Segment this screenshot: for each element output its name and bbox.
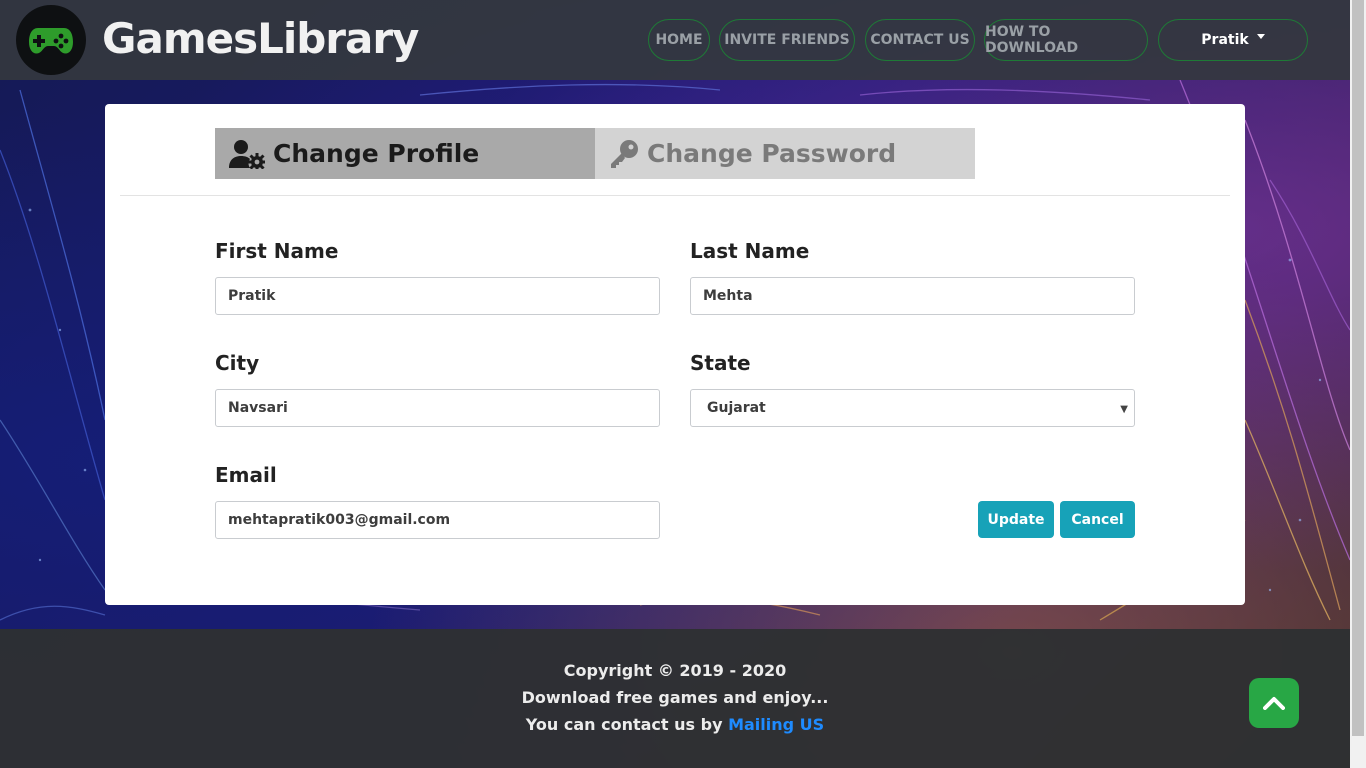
state-select[interactable]: Gujarat ▼ xyxy=(690,389,1135,427)
update-button[interactable]: Update xyxy=(978,501,1054,538)
state-label: State xyxy=(690,351,751,375)
city-label: City xyxy=(215,351,260,375)
nav-home[interactable]: HOME xyxy=(648,19,710,61)
first-name-label: First Name xyxy=(215,239,339,263)
last-name-input[interactable]: Mehta xyxy=(690,277,1135,315)
email-input[interactable]: mehtapratik003@gmail.com xyxy=(215,501,660,539)
state-select-value: Gujarat xyxy=(707,400,766,416)
footer-tagline: Download free games and enjoy... xyxy=(521,688,829,707)
cancel-button[interactable]: Cancel xyxy=(1060,501,1135,538)
tab-divider xyxy=(120,195,1230,196)
tab-change-password[interactable]: Change Password xyxy=(595,128,975,179)
last-name-label: Last Name xyxy=(690,239,810,263)
top-navbar: GamesLibrary HOME INVITE FRIENDS CONTACT… xyxy=(0,0,1350,80)
footer-contact-prefix: You can contact us by xyxy=(525,715,723,734)
footer-contact-line: You can contact us by Mailing US xyxy=(0,715,1350,734)
tab-change-profile[interactable]: Change Profile xyxy=(215,128,595,179)
chevron-up-icon xyxy=(1263,697,1285,710)
page-footer: Copyright © 2019 - 2020 Download free ga… xyxy=(0,629,1350,768)
tab-change-password-label: Change Password xyxy=(647,139,897,168)
user-menu-dropdown[interactable]: Pratik xyxy=(1158,19,1308,61)
scroll-to-top-button[interactable] xyxy=(1249,678,1299,728)
nav-invite-friends[interactable]: INVITE FRIENDS xyxy=(719,19,855,61)
user-cog-icon xyxy=(229,139,265,169)
brand-title[interactable]: GamesLibrary xyxy=(102,14,419,63)
key-icon xyxy=(609,139,639,169)
scrollbar-thumb[interactable] xyxy=(1352,0,1364,736)
user-name: Pratik xyxy=(1201,32,1249,48)
site-logo[interactable] xyxy=(16,5,86,75)
caret-down-icon xyxy=(1256,33,1265,39)
nav-how-to-download[interactable]: HOW TO DOWNLOAD xyxy=(984,19,1148,61)
city-input[interactable]: Navsari xyxy=(215,389,660,427)
email-label: Email xyxy=(215,463,277,487)
mailing-us-link[interactable]: Mailing US xyxy=(728,715,824,734)
gamepad-icon xyxy=(29,28,73,54)
first-name-input[interactable]: Pratik xyxy=(215,277,660,315)
profile-card: Change Profile Change Password First Nam… xyxy=(105,104,1245,605)
tab-change-profile-label: Change Profile xyxy=(273,139,480,168)
select-arrow-icon: ▼ xyxy=(1120,404,1128,415)
footer-copyright: Copyright © 2019 - 2020 xyxy=(563,661,787,680)
nav-contact-us[interactable]: CONTACT US xyxy=(865,19,975,61)
